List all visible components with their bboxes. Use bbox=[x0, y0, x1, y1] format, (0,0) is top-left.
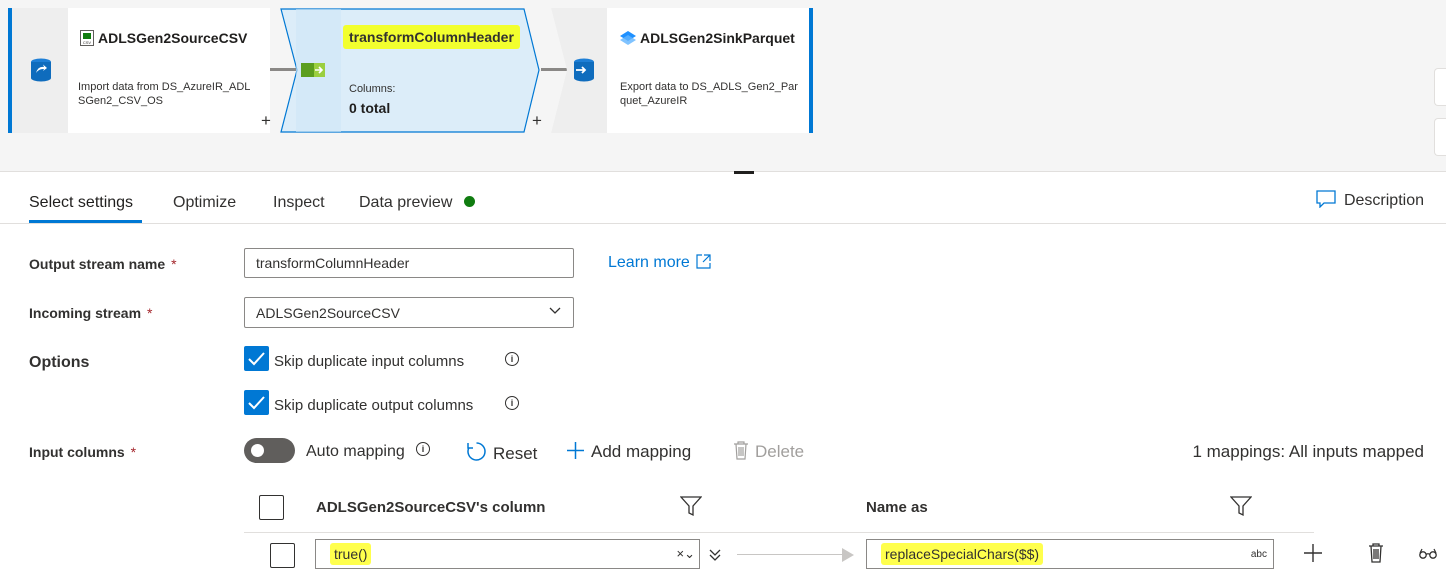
required-asterisk: * bbox=[130, 444, 137, 460]
transform-node-title-text: transformColumnHeader bbox=[343, 25, 520, 49]
tab-optimize[interactable]: Optimize bbox=[173, 194, 236, 212]
auto-mapping-toggle[interactable] bbox=[244, 438, 295, 463]
sink-node[interactable]: ADLSGen2SinkParquet Export data to DS_AD… bbox=[551, 8, 809, 133]
mapping-arrow-line bbox=[737, 554, 847, 555]
info-icon[interactable]: i bbox=[416, 442, 430, 456]
source-icon bbox=[31, 58, 51, 82]
tab-data-preview[interactable]: Data preview bbox=[359, 194, 476, 212]
reset-button[interactable]: Reset bbox=[466, 441, 537, 464]
parquet-icon bbox=[620, 31, 636, 45]
filter-icon[interactable] bbox=[1230, 495, 1252, 517]
select-transform-icon bbox=[301, 63, 325, 77]
arrow-right-icon bbox=[842, 548, 854, 562]
delete-label: Delete bbox=[755, 442, 805, 461]
incoming-stream-label-text: Incoming stream bbox=[29, 305, 142, 321]
add-mapping-label: Add mapping bbox=[591, 442, 692, 461]
tab-data-preview-label: Data preview bbox=[359, 194, 453, 211]
input-columns-label-text: Input columns bbox=[29, 444, 125, 460]
status-ok-dot-icon bbox=[464, 196, 476, 207]
learn-more-link[interactable]: Learn more bbox=[608, 254, 711, 272]
external-link-icon bbox=[696, 254, 711, 269]
delete-button[interactable]: Delete bbox=[733, 441, 804, 462]
chevron-down-icon bbox=[549, 307, 561, 314]
trash-icon bbox=[734, 441, 748, 460]
output-stream-label: Output stream name * bbox=[29, 256, 177, 272]
clear-dropdown-icon[interactable]: ×⌄ bbox=[677, 546, 695, 562]
add-after-transform-plus[interactable]: + bbox=[532, 112, 542, 129]
glasses-icon[interactable] bbox=[1419, 548, 1437, 560]
source-column-header: ADLSGen2SourceCSV's column bbox=[316, 499, 546, 516]
canvas-side-button-top[interactable] bbox=[1434, 68, 1446, 106]
row-checkbox[interactable] bbox=[270, 543, 295, 568]
output-stream-label-text: Output stream name bbox=[29, 256, 166, 272]
table-row: true() ×⌄ replaceSpecialChars($$) abc bbox=[244, 534, 1446, 588]
incoming-stream-select[interactable]: ADLSGen2SourceCSV bbox=[244, 297, 574, 328]
skip-duplicate-output-label: Skip duplicate output columns bbox=[274, 397, 474, 414]
options-label: Options bbox=[29, 354, 90, 371]
info-icon[interactable]: i bbox=[505, 352, 519, 366]
source-node[interactable]: CSV ADLSGen2SourceCSV Import data from D… bbox=[8, 8, 270, 133]
comment-icon bbox=[1316, 190, 1336, 209]
incoming-stream-value: ADLSGen2SourceCSV bbox=[256, 305, 400, 321]
trash-icon[interactable] bbox=[1368, 543, 1384, 563]
add-row-plus-icon[interactable] bbox=[1303, 543, 1323, 563]
target-name-value: replaceSpecialChars($$) bbox=[881, 543, 1044, 565]
learn-more-text: Learn more bbox=[608, 254, 690, 271]
source-node-description: Import data from DS_AzureIR_ADLSGen2_CSV… bbox=[78, 81, 251, 107]
transform-node-title[interactable]: transformColumnHeader bbox=[343, 25, 520, 49]
pipeline-canvas[interactable]: CSV ADLSGen2SourceCSV Import data from D… bbox=[0, 0, 1446, 172]
sink-node-description: Export data to DS_ADLS_Gen2_Parquet_Azur… bbox=[620, 81, 798, 107]
select-all-checkbox[interactable] bbox=[259, 495, 284, 520]
input-columns-label: Input columns * bbox=[29, 444, 136, 460]
canvas-side-button-bottom[interactable] bbox=[1434, 118, 1446, 156]
settings-tabs: Select settings Optimize Inspect Data pr… bbox=[0, 174, 1446, 224]
source-column-value: true() bbox=[330, 543, 372, 565]
refresh-icon bbox=[467, 442, 486, 461]
add-mapping-button[interactable]: Add mapping bbox=[566, 441, 691, 462]
output-stream-input[interactable]: transformColumnHeader bbox=[244, 248, 574, 278]
source-node-title[interactable]: ADLSGen2SourceCSV bbox=[98, 30, 247, 46]
reset-label: Reset bbox=[493, 444, 538, 463]
required-asterisk: * bbox=[171, 256, 177, 272]
target-column-header: Name as bbox=[866, 499, 928, 516]
skip-duplicate-input-label: Skip duplicate input columns bbox=[274, 353, 465, 370]
filter-icon[interactable] bbox=[680, 495, 702, 517]
skip-duplicate-output-checkbox[interactable] bbox=[244, 390, 269, 415]
auto-mapping-label: Auto mapping bbox=[306, 443, 405, 460]
source-node-icon-area bbox=[12, 8, 68, 133]
plus-icon bbox=[567, 442, 584, 459]
csv-file-icon: CSV bbox=[80, 30, 94, 46]
incoming-stream-label: Incoming stream * bbox=[29, 305, 152, 321]
transform-columns-value: 0 total bbox=[349, 100, 391, 116]
source-column-input[interactable]: true() ×⌄ bbox=[315, 539, 700, 569]
target-name-input[interactable]: replaceSpecialChars($$) abc bbox=[866, 539, 1274, 569]
string-type-badge: abc bbox=[1250, 549, 1267, 560]
sink-node-title[interactable]: ADLSGen2SinkParquet bbox=[640, 30, 795, 46]
info-icon[interactable]: i bbox=[505, 396, 519, 410]
tab-select-settings[interactable]: Select settings bbox=[29, 194, 133, 212]
transform-columns-label: Columns: bbox=[349, 83, 396, 95]
sink-icon bbox=[574, 58, 594, 82]
tab-inspect[interactable]: Inspect bbox=[273, 194, 325, 212]
checkmark-icon bbox=[248, 396, 265, 410]
required-asterisk: * bbox=[147, 305, 153, 321]
mappings-count: 1 mappings: All inputs mapped bbox=[1192, 442, 1424, 461]
skip-duplicate-input-checkbox[interactable] bbox=[244, 346, 269, 371]
mapping-grid-header: ADLSGen2SourceCSV's column Name as bbox=[244, 483, 1314, 533]
description-button-label: Description bbox=[1343, 192, 1424, 209]
description-button[interactable]: Description bbox=[1316, 190, 1424, 210]
active-tab-indicator bbox=[29, 220, 142, 223]
expand-chevrons-icon[interactable] bbox=[708, 548, 722, 562]
checkmark-icon bbox=[248, 352, 265, 366]
svg-text:CSV: CSV bbox=[83, 40, 92, 45]
add-after-source-plus[interactable]: + bbox=[261, 112, 271, 129]
